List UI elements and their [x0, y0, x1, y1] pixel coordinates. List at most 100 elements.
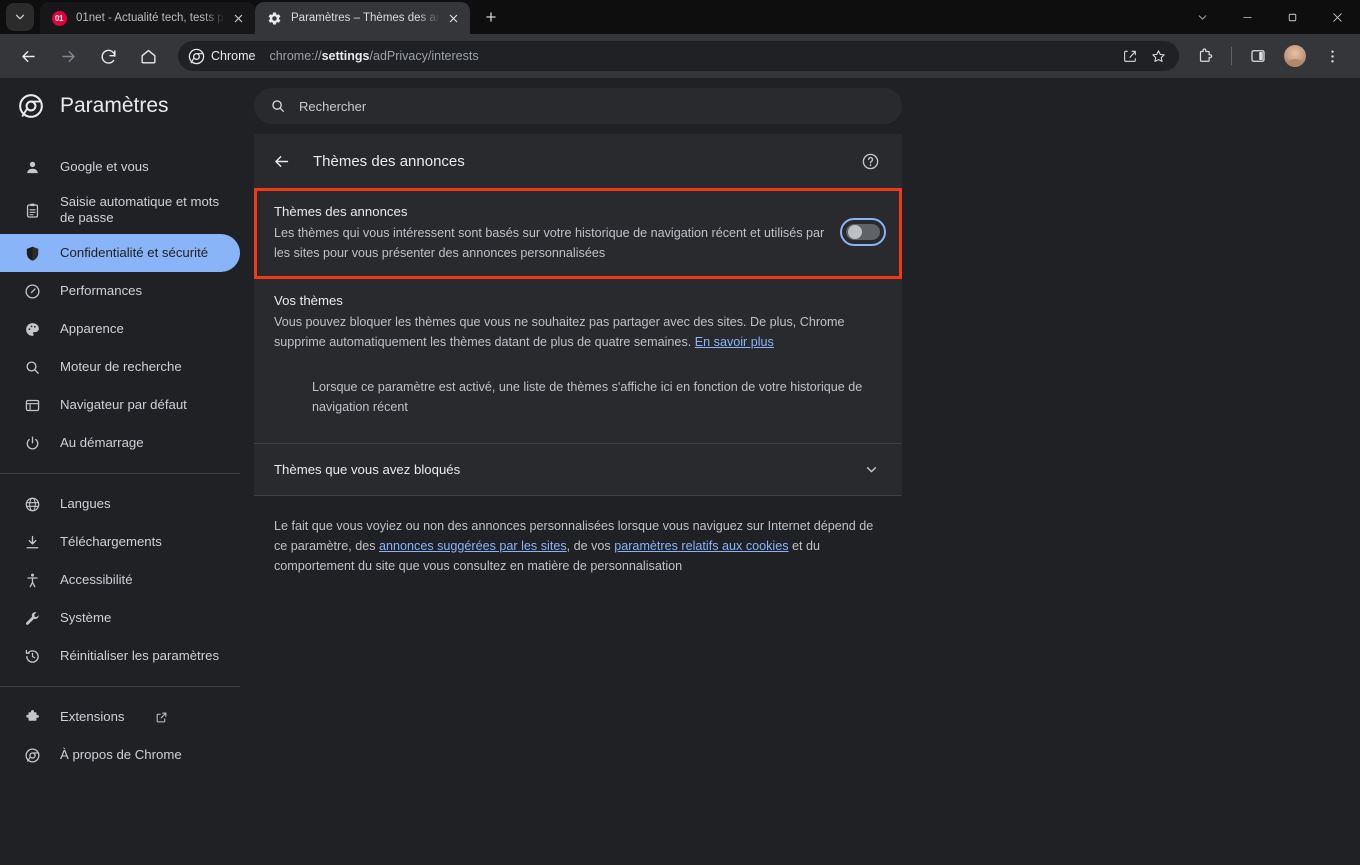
tab-title: 01net - Actualité tech, tests pro	[76, 12, 225, 24]
three-dot-menu-icon	[1330, 49, 1334, 63]
sidebar-item-navigateur-par-defaut[interactable]: Navigateur par défaut	[0, 386, 240, 424]
bookmark-button[interactable]	[1145, 43, 1171, 69]
search-input[interactable]: Rechercher	[254, 88, 902, 124]
section-title: Thèmes des annonces	[313, 152, 465, 170]
ad-topics-title: Thèmes des annonces	[274, 204, 408, 219]
tab-list-button[interactable]	[1180, 0, 1225, 34]
chevron-down-icon	[1198, 14, 1207, 20]
sidebar-nav-group-2: Langues Téléchargements Accessibilité Sy…	[0, 485, 254, 675]
tab-close-button[interactable]	[230, 10, 247, 27]
back-button[interactable]	[13, 41, 43, 71]
back-arrow-icon	[275, 155, 289, 167]
address-bar[interactable]: Chrome chrome://settings/adPrivacy/inter…	[178, 41, 1179, 71]
side-panel-button[interactable]	[1243, 41, 1273, 71]
help-circle-icon	[862, 153, 878, 169]
sidebar-item-google-et-vous[interactable]: Google et vous	[0, 148, 240, 186]
tab-title: Paramètres – Thèmes des annon	[291, 12, 440, 24]
toolbar-divider	[1231, 47, 1232, 65]
ad-topics-toggle[interactable]	[840, 218, 886, 246]
tab-strip: 01 01net - Actualité tech, tests pro Par…	[0, 0, 1360, 34]
reload-button[interactable]	[93, 41, 123, 71]
close-window-button[interactable]	[1315, 0, 1360, 34]
page-title: Paramètres	[60, 94, 169, 117]
sidebar-item-label: Extensions	[60, 708, 125, 724]
sidebar-item-saisie-automatique[interactable]: Saisie automatique et mots de passe	[0, 186, 240, 234]
window-controls	[1180, 0, 1360, 34]
tab-parametres[interactable]: Paramètres – Thèmes des annon	[255, 2, 470, 34]
minimize-button[interactable]	[1225, 0, 1270, 34]
sidebar-item-moteur-de-recherche[interactable]: Moteur de recherche	[0, 348, 240, 386]
maximize-button[interactable]	[1270, 0, 1315, 34]
browser-window: 01 01net - Actualité tech, tests pro Par…	[0, 0, 1360, 865]
new-tab-button[interactable]	[477, 3, 505, 31]
cookie-settings-link[interactable]: paramètres relatifs aux cookies	[614, 539, 788, 553]
sidebar-item-performances[interactable]: Performances	[0, 272, 240, 310]
sidebar-nav-group-1: Google et vous Saisie automatique et mot…	[0, 134, 254, 462]
forward-button[interactable]	[53, 41, 83, 71]
settings-content-scroll[interactable]: Thèmes des annonces Thèmes des annonces …	[254, 134, 1360, 865]
help-button[interactable]	[856, 147, 884, 175]
sidebar-item-label: Réinitialiser les paramètres	[60, 647, 220, 663]
home-icon	[140, 49, 156, 64]
gear-icon	[266, 10, 282, 26]
toggle-knob	[848, 225, 862, 239]
ad-topics-text: Thèmes des annonces Les thèmes qui vous …	[274, 204, 832, 263]
sidebar-item-a-propos-de-chrome[interactable]: À propos de Chrome	[0, 736, 240, 774]
forward-arrow-icon	[61, 50, 75, 62]
chrome-origin-chip: Chrome	[182, 44, 265, 68]
sidebar-item-label: Langues	[60, 495, 111, 511]
tab-close-button[interactable]	[445, 10, 462, 27]
sidebar-item-label: Téléchargements	[60, 533, 162, 549]
sidebar-item-extensions[interactable]: Extensions	[0, 698, 240, 736]
sidebar-item-systeme[interactable]: Système	[0, 599, 240, 637]
shield-icon	[22, 243, 42, 263]
tab-search-button[interactable]	[6, 3, 34, 31]
wrench-icon	[22, 608, 42, 628]
sidebar-item-au-demarrage[interactable]: Au démarrage	[0, 424, 240, 462]
your-topics-empty-state: Lorsque ce paramètre est activé, une lis…	[312, 380, 863, 414]
power-icon	[22, 433, 42, 453]
avatar[interactable]	[1284, 45, 1306, 67]
chrome-icon	[22, 745, 42, 765]
globe-icon	[22, 494, 42, 514]
sidebar-item-langues[interactable]: Langues	[0, 485, 240, 523]
settings-main: Rechercher Thèmes des annonces Thèmes de…	[254, 78, 1360, 865]
plus-icon	[486, 12, 496, 22]
extensions-button[interactable]	[1190, 41, 1220, 71]
sidebar-item-confidentialite-et-securite[interactable]: Confidentialité et sécurité	[0, 234, 240, 272]
person-icon	[22, 157, 42, 177]
palette-icon	[22, 319, 42, 339]
close-icon	[234, 14, 243, 22]
your-topics-block: Vos thèmes Vous pouvez bloquer les thème…	[254, 279, 902, 445]
browser-window-icon	[22, 395, 42, 415]
blocked-topics-title: Thèmes que vous avez bloqués	[274, 462, 461, 478]
settings-brand: Paramètres	[0, 78, 254, 134]
settings-page: Paramètres Google et vous Saisie automat…	[0, 78, 1360, 865]
back-button[interactable]	[272, 152, 291, 171]
url-text[interactable]: chrome://settings/adPrivacy/interests	[269, 49, 1117, 63]
sidebar-item-accessibilite[interactable]: Accessibilité	[0, 561, 240, 599]
chrome-chip-label: Chrome	[211, 49, 256, 63]
learn-more-link[interactable]: En savoir plus	[695, 335, 774, 349]
search-placeholder: Rechercher	[299, 98, 367, 114]
url-prefix: chrome://	[269, 49, 322, 63]
share-button[interactable]	[1117, 43, 1143, 69]
sidebar-item-telechargements[interactable]: Téléchargements	[0, 523, 240, 561]
section-header: Thèmes des annonces	[254, 134, 902, 188]
chrome-menu-button[interactable]	[1317, 41, 1347, 71]
home-button[interactable]	[133, 41, 163, 71]
sidebar-item-label: À propos de Chrome	[60, 746, 182, 762]
puzzle-icon	[22, 707, 42, 727]
maximize-icon	[1288, 13, 1297, 21]
sidebar-nav-group-3: Extensions À propos de Chrome	[0, 698, 254, 774]
extensions-icon	[1199, 48, 1213, 62]
search-icon	[22, 357, 42, 377]
tab-01net[interactable]: 01 01net - Actualité tech, tests pro	[40, 2, 255, 34]
blocked-topics-row[interactable]: Thèmes que vous avez bloqués	[254, 444, 902, 497]
sidebar-divider-2	[0, 686, 240, 687]
sidebar-item-apparence[interactable]: Apparence	[0, 310, 240, 348]
settings-content: Thèmes des annonces Thèmes des annonces …	[254, 134, 902, 865]
ad-topics-description: Les thèmes qui vous intéressent sont bas…	[274, 226, 825, 260]
sidebar-item-reinitialiser-les-parametres[interactable]: Réinitialiser les paramètres	[0, 637, 240, 675]
suggested-ads-link[interactable]: annonces suggérées par les sites	[379, 539, 567, 553]
